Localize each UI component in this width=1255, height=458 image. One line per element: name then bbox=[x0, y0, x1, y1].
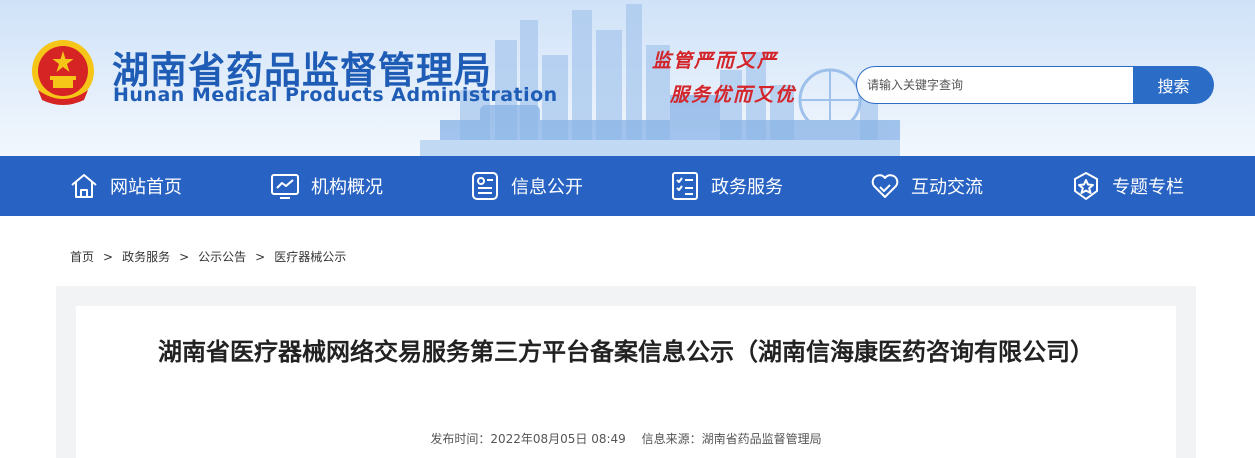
nav-label: 机构概况 bbox=[311, 177, 383, 198]
nav-label: 互动交流 bbox=[911, 177, 983, 198]
city-skyline-illustration bbox=[420, 4, 900, 156]
breadcrumb-home[interactable]: 首页 bbox=[70, 248, 94, 265]
slogan-line-1: 监管严而又严 bbox=[652, 50, 779, 72]
checklist-icon bbox=[672, 172, 698, 200]
breadcrumb: 首页 > 政务服务 > 公示公告 > 医疗器械公示 bbox=[70, 248, 346, 265]
nav-item-info-disclosure[interactable]: 信息公开 bbox=[469, 156, 583, 216]
nav-label: 信息公开 bbox=[511, 177, 583, 198]
home-icon bbox=[71, 174, 97, 198]
nav-item-special-topics[interactable]: 专题专栏 bbox=[1070, 156, 1184, 216]
nav-item-interaction[interactable]: 互动交流 bbox=[869, 156, 983, 216]
publish-time: 发布时间：2022年08月05日 08:49 bbox=[430, 432, 626, 446]
site-header: 湖南省药品监督管理局 Hunan Medical Products Admini… bbox=[0, 0, 1255, 156]
nav-item-home[interactable]: 网站首页 bbox=[68, 156, 182, 216]
breadcrumb-separator: > bbox=[103, 249, 114, 264]
search-input[interactable] bbox=[856, 66, 1142, 104]
heart-hands-icon bbox=[871, 174, 899, 198]
article-title: 湖南省医疗器械网络交易服务第三方平台备案信息公示（湖南信海康医药咨询有限公司） bbox=[158, 338, 1094, 366]
star-badge-icon bbox=[1074, 172, 1098, 200]
nav-label: 政务服务 bbox=[711, 177, 783, 198]
nav-item-organization[interactable]: 机构概况 bbox=[269, 156, 383, 216]
article-container: 湖南省医疗器械网络交易服务第三方平台备案信息公示（湖南信海康医药咨询有限公司） … bbox=[56, 286, 1196, 458]
info-source: 信息来源：湖南省药品监督管理局 bbox=[641, 432, 822, 446]
chart-monitor-icon bbox=[271, 174, 299, 199]
site-subtitle: Hunan Medical Products Administration bbox=[113, 84, 558, 106]
nav-item-gov-services[interactable]: 政务服务 bbox=[669, 156, 783, 216]
breadcrumb-device-announcements[interactable]: 医疗器械公示 bbox=[274, 248, 346, 265]
breadcrumb-separator: > bbox=[255, 249, 266, 264]
breadcrumb-gov-services[interactable]: 政务服务 bbox=[122, 248, 170, 265]
article-meta: 发布时间：2022年08月05日 08:49 信息来源：湖南省药品监督管理局 bbox=[76, 430, 1176, 447]
nav-label: 网站首页 bbox=[110, 177, 182, 198]
main-nav: 网站首页 机构概况 信息公开 政务服务 互动交流 专题专栏 bbox=[0, 156, 1255, 216]
breadcrumb-announcements[interactable]: 公示公告 bbox=[198, 248, 246, 265]
search-box: 搜索 bbox=[856, 66, 1214, 104]
slogan-line-2: 服务优而又优 bbox=[670, 84, 797, 106]
id-card-icon bbox=[472, 172, 498, 200]
search-button[interactable]: 搜索 bbox=[1133, 66, 1214, 104]
nav-label: 专题专栏 bbox=[1112, 177, 1184, 198]
article-card: 湖南省医疗器械网络交易服务第三方平台备案信息公示（湖南信海康医药咨询有限公司） … bbox=[76, 306, 1176, 458]
national-emblem-icon bbox=[32, 40, 94, 105]
breadcrumb-separator: > bbox=[179, 249, 190, 264]
